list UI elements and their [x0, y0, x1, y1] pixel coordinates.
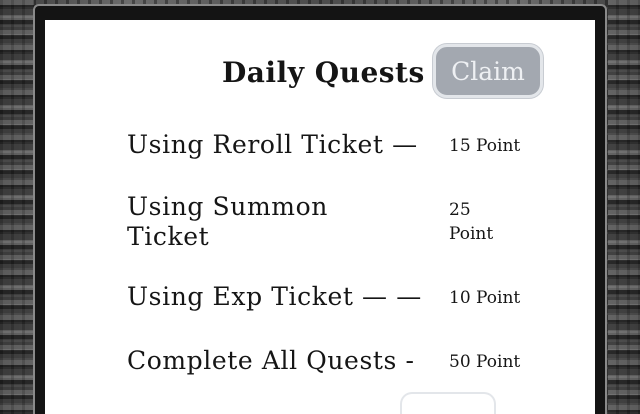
quest-list: Using Reroll Ticket — 15 Point Using Sum…	[127, 120, 547, 376]
quest-points: 15 Point	[449, 136, 521, 156]
quest-name: Using Summon Ticket	[127, 192, 328, 251]
background-right-strip	[608, 0, 640, 414]
quest-name: Complete All Quests -	[127, 346, 415, 375]
quest-panel: Daily Quests Claim Using Reroll Ticket —…	[45, 20, 595, 414]
quest-panel-frame: Daily Quests Claim Using Reroll Ticket —…	[33, 4, 607, 414]
next-claim-button-partial[interactable]	[400, 392, 496, 414]
list-item: Using Summon Ticket 25 Point	[127, 192, 547, 252]
list-item: Using Exp Ticket — — 10 Point	[127, 282, 547, 312]
background-left-strip	[0, 0, 34, 414]
quest-header: Daily Quests Claim	[45, 44, 595, 100]
quest-name: Using Reroll Ticket —	[127, 130, 418, 159]
quest-name: Using Exp Ticket — —	[127, 282, 422, 311]
quest-points: 50 Point	[449, 352, 521, 372]
quest-points: 25 Point	[449, 200, 494, 244]
page-title: Daily Quests	[222, 56, 425, 89]
claim-button[interactable]: Claim	[433, 44, 543, 98]
list-item: Complete All Quests - 50 Point	[127, 346, 547, 376]
quest-points: 10 Point	[449, 288, 521, 308]
list-item: Using Reroll Ticket — 15 Point	[127, 130, 547, 160]
